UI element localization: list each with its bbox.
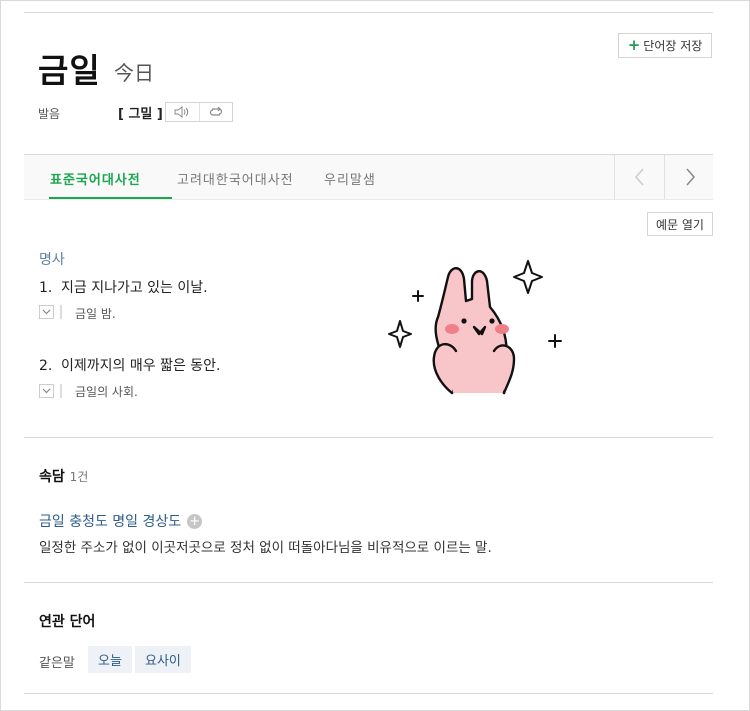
section-divider <box>24 582 713 583</box>
play-audio-button[interactable] <box>166 103 199 121</box>
speaker-icon <box>174 106 189 118</box>
tab-urimalsaem[interactable]: 우리말샘 <box>324 169 376 188</box>
section-divider <box>24 437 713 438</box>
example-bar <box>60 305 62 319</box>
example-text: 금일의 사회. <box>75 385 138 399</box>
synonym-chip[interactable]: 요사이 <box>135 646 191 673</box>
proverb-section-title: 속담 1건 <box>39 466 88 486</box>
chevron-right-icon <box>685 168 695 186</box>
bunny-sticker-image <box>388 260 562 395</box>
synonym-chip[interactable]: 오늘 <box>88 646 132 673</box>
dictionary-tabs: 표준국어대사전 고려대한국어대사전 우리말샘 <box>24 155 713 199</box>
chevron-left-icon <box>634 168 644 186</box>
tab-standard-dictionary[interactable]: 표준국어대사전 <box>50 169 141 188</box>
example-toggle-button[interactable] <box>39 384 54 398</box>
definition-2: 2. 이제까지의 매우 짧은 동안. <box>39 355 220 375</box>
save-to-wordbook-button[interactable]: + 단어장 저장 <box>618 33 712 58</box>
proverb-title: 속담 <box>39 469 65 485</box>
tabs-bottom-divider <box>24 199 713 200</box>
pronunciation-text: [ 그밀 ] <box>118 107 163 122</box>
pronunciation-controls <box>165 102 233 122</box>
plus-circle-icon[interactable]: + <box>187 513 203 529</box>
repeat-icon <box>209 106 222 116</box>
proverb-definition: 일정한 주소가 없이 이곳저곳으로 정처 없이 떠돌아다님을 비유적으로 이르는… <box>39 540 492 556</box>
proverb-count: 1건 <box>69 470 89 484</box>
hanja: 今日 <box>114 61 154 85</box>
synonym-label: 같은말 <box>39 656 75 671</box>
proverb-link[interactable]: 금일 충청도 명일 경상도 + <box>39 511 203 531</box>
definition-text: 지금 지나가고 있는 이날. <box>61 280 208 296</box>
pronunciation-label: 발음 <box>38 107 61 121</box>
definition-number: 1. <box>39 280 53 296</box>
related-words-title: 연관 단어 <box>39 614 96 630</box>
top-divider <box>24 12 713 13</box>
tabs-next-button[interactable] <box>664 155 714 199</box>
tabs-prev-button[interactable] <box>614 155 664 199</box>
part-of-speech: 명사 <box>39 252 65 268</box>
open-examples-button[interactable]: 예문 열기 <box>647 212 713 236</box>
definition-1: 1. 지금 지나가고 있는 이날. <box>39 277 208 297</box>
proverb-phrase: 금일 충청도 명일 경상도 <box>39 514 182 530</box>
example-text: 금일 밤. <box>75 307 116 321</box>
definition-text: 이제까지의 매우 짧은 동안. <box>61 358 221 374</box>
headword: 금일 <box>38 51 101 90</box>
definition-number: 2. <box>39 358 53 374</box>
example-toggle-button[interactable] <box>39 305 54 319</box>
tab-korea-university-dictionary[interactable]: 고려대한국어대사전 <box>177 169 294 188</box>
example-bar <box>60 384 62 398</box>
save-to-wordbook-label: 단어장 저장 <box>643 39 703 53</box>
plus-icon: + <box>627 36 641 54</box>
chevron-down-icon <box>42 388 51 394</box>
repeat-audio-button[interactable] <box>198 103 233 121</box>
section-divider <box>24 693 713 694</box>
chevron-down-icon <box>42 309 51 315</box>
